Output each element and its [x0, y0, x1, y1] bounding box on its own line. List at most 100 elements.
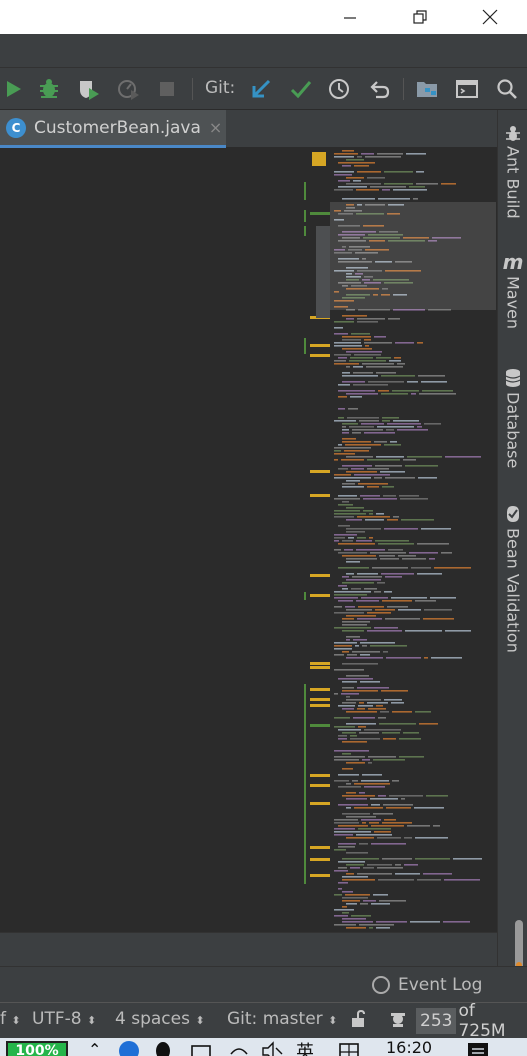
minimap-code-line: [338, 843, 356, 845]
vcs-commit-button[interactable]: [288, 76, 314, 102]
ime-mode-icon[interactable]: [338, 1040, 360, 1056]
wifi-icon[interactable]: [228, 1040, 250, 1056]
minimap-code-line: [364, 342, 392, 344]
memory-indicator[interactable]: 253 of 725M: [416, 1001, 527, 1041]
maven-tool[interactable]: m Maven: [498, 252, 527, 329]
minimap-code-line: [346, 783, 351, 785]
minimap-code-line: [346, 558, 377, 560]
readonly-toggle[interactable]: [350, 1009, 368, 1034]
chevron-up-icon[interactable]: ⌃: [88, 1040, 101, 1056]
minimap-code-line: [346, 561, 360, 563]
close-button[interactable]: [466, 0, 514, 34]
minimap-code-line: [393, 516, 399, 518]
run-button[interactable]: [0, 76, 26, 102]
minimap-code-line: [334, 354, 351, 356]
minimap-code-line: [391, 597, 427, 599]
minimap-code-line: [363, 867, 374, 869]
minimap-code-line: [338, 867, 347, 869]
minimap-code-line: [382, 822, 412, 824]
minimap-code-line: [395, 873, 420, 875]
terminal-button[interactable]: [454, 76, 480, 102]
battery-indicator[interactable]: 100%: [6, 1041, 68, 1056]
minimap-code-line: [341, 693, 359, 695]
minimap-code-line: [383, 651, 388, 653]
project-structure-button[interactable]: [414, 76, 440, 102]
minimap-code-line: [382, 486, 394, 488]
minimap-code-line: [445, 456, 481, 458]
minimap-code-line: [352, 651, 380, 653]
volume-muted-icon[interactable]: [260, 1040, 284, 1056]
qq-icon[interactable]: [154, 1040, 172, 1056]
code-minimap[interactable]: [330, 148, 496, 932]
maven-label: Maven: [503, 276, 523, 330]
network-icon[interactable]: [190, 1040, 212, 1056]
minimap-code-line: [342, 465, 372, 467]
minimap-code-line: [358, 606, 384, 608]
minimap-code-line: [360, 903, 368, 905]
line-separator-widget[interactable]: f ⬍: [0, 1009, 21, 1029]
rollback-icon: [370, 81, 390, 99]
minimap-code-line: [350, 396, 362, 398]
event-log-icon: [372, 976, 390, 994]
editor-scrollbar-thumb[interactable]: [316, 226, 330, 318]
minimap-code-line: [364, 588, 377, 590]
minimap-code-line: [345, 606, 355, 608]
minimap-code-line: [351, 468, 364, 470]
profile-button[interactable]: [116, 76, 142, 102]
minimap-code-line: [338, 408, 345, 410]
minimap-code-line: [429, 558, 435, 560]
minimap-code-line: [334, 627, 371, 629]
rollback-button[interactable]: [366, 76, 392, 102]
encoding-widget[interactable]: UTF-8 ⬍: [32, 1009, 96, 1029]
minimize-button[interactable]: [326, 0, 374, 34]
minimap-viewport[interactable]: [330, 202, 496, 310]
tab-close-icon[interactable]: ×: [209, 118, 222, 137]
minimap-code-line: [401, 519, 434, 521]
minimap-code-line: [338, 552, 367, 554]
minimap-code-line: [359, 924, 394, 926]
search-everywhere-button[interactable]: [494, 76, 520, 102]
vcs-update-button[interactable]: [248, 76, 274, 102]
minimap-code-line: [338, 786, 361, 788]
ime-indicator[interactable]: 英: [296, 1038, 314, 1056]
event-log-button[interactable]: Event Log: [372, 975, 482, 995]
tab-customerbean[interactable]: C CustomerBean.java ×: [0, 110, 226, 148]
minimap-code-line: [424, 423, 441, 425]
java-class-icon: C: [6, 117, 26, 138]
indent-widget[interactable]: 4 spaces ⬍: [115, 1009, 205, 1029]
minimap-code-line: [353, 384, 388, 386]
minimap-code-line: [342, 423, 358, 425]
minimap-code-line: [433, 825, 440, 827]
bean-validation-tool[interactable]: Bean Validation: [498, 504, 527, 653]
minimap-code-line: [342, 336, 371, 338]
coverage-icon: [80, 81, 99, 100]
minimap-code-line: [402, 558, 426, 560]
minimap-code-line: [338, 504, 353, 506]
minimap-code-line: [334, 342, 361, 344]
minimap-code-line: [354, 165, 369, 167]
debug-button[interactable]: [36, 76, 62, 102]
minimap-code-line: [342, 576, 349, 578]
minimap-code-line: [334, 513, 366, 515]
notification-icon[interactable]: [466, 1040, 490, 1056]
minimap-code-line: [369, 927, 373, 929]
minimap-code-line: [342, 921, 373, 923]
minimap-code-line: [383, 495, 396, 497]
database-tool[interactable]: Database: [498, 368, 527, 468]
git-branch-widget[interactable]: Git: master ⬍: [227, 1009, 337, 1029]
minimap-code-line: [346, 318, 354, 320]
code-editor[interactable]: [0, 148, 497, 932]
app-tray-icon[interactable]: [118, 1040, 140, 1056]
inspector-widget[interactable]: [388, 1009, 408, 1034]
taskbar-clock[interactable]: 16:20: [386, 1038, 432, 1056]
ant-build-tool[interactable]: Ant Build: [498, 124, 527, 219]
minimap-code-line: [361, 819, 381, 821]
history-button[interactable]: [326, 76, 352, 102]
minimap-code-line: [334, 780, 349, 782]
minimap-code-line: [353, 366, 363, 368]
minimap-code-line: [382, 858, 412, 860]
run-with-coverage-button[interactable]: [76, 76, 102, 102]
minimap-code-line: [334, 819, 358, 821]
maximize-button[interactable]: [396, 0, 444, 34]
stop-button[interactable]: [154, 76, 180, 102]
